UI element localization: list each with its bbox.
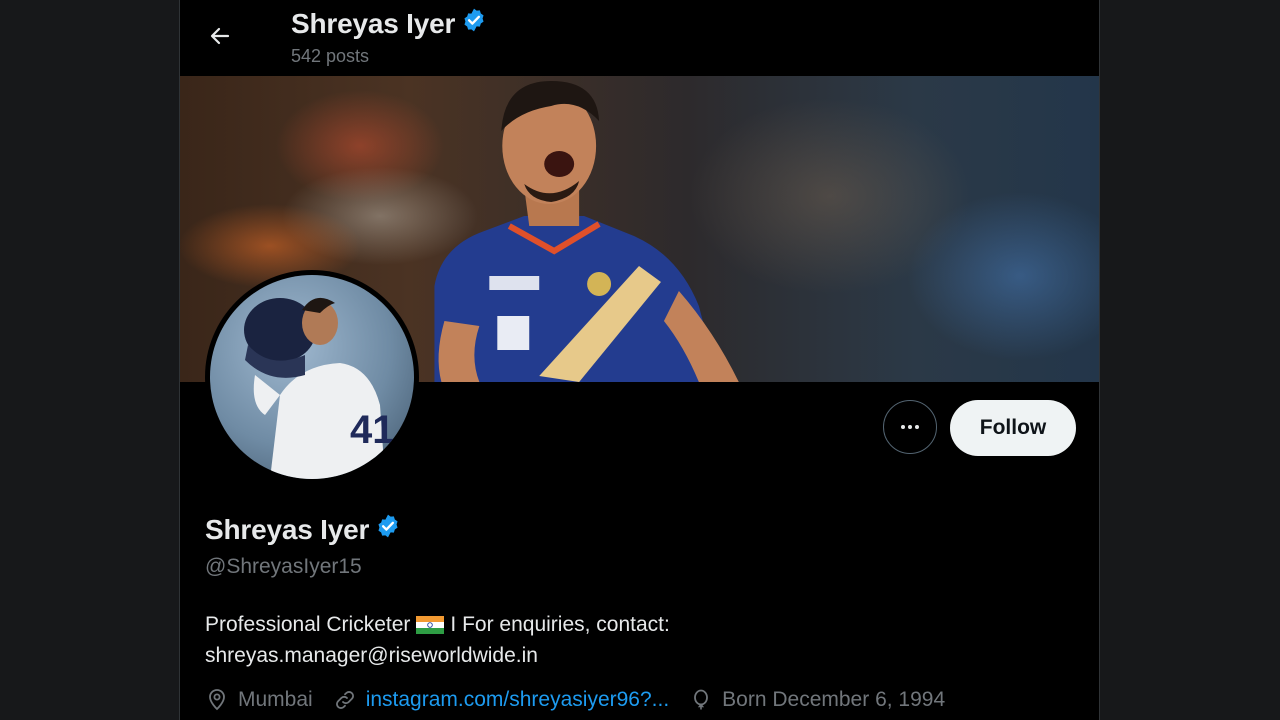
bio-email: shreyas.manager@riseworldwide.in bbox=[205, 644, 538, 667]
back-button[interactable] bbox=[204, 20, 236, 52]
post-count: 542 posts bbox=[291, 46, 370, 66]
arrow-left-icon bbox=[210, 27, 230, 45]
profile-handle: @ShreyasIyer15 bbox=[205, 555, 362, 578]
bio-text-2: I For enquiries, contact: bbox=[450, 613, 670, 636]
india-flag-emoji bbox=[416, 616, 445, 635]
verified-badge-icon bbox=[461, 7, 487, 40]
location-pin-icon bbox=[209, 689, 225, 711]
follow-button[interactable]: Follow bbox=[950, 400, 1076, 456]
location-text: Mumbai bbox=[238, 688, 313, 711]
verified-badge-icon[interactable] bbox=[375, 513, 401, 546]
profile-name-row: Shreyas Iyer bbox=[205, 513, 401, 546]
more-horizontal-icon bbox=[901, 425, 919, 429]
website-link[interactable]: instagram.com/shreyasiyer96?... bbox=[366, 688, 669, 712]
bio-text-1: Professional Cricketer bbox=[205, 613, 411, 636]
profile-meta: Mumbai instagram.com/shreyasiyer96?... B… bbox=[205, 688, 965, 712]
svg-text:41: 41 bbox=[350, 408, 395, 452]
header-name: Shreyas Iyer bbox=[291, 7, 456, 39]
link-icon bbox=[335, 691, 354, 709]
location-item: Mumbai bbox=[205, 688, 313, 712]
header-title: Shreyas Iyer bbox=[291, 7, 487, 40]
website-item: instagram.com/shreyasiyer96?... bbox=[333, 688, 669, 712]
more-options-button[interactable] bbox=[883, 400, 937, 454]
avatar-photo: 41 bbox=[210, 275, 414, 479]
birthdate-item: Born December 6, 1994 bbox=[689, 688, 945, 712]
profile-column: Shreyas Iyer 542 posts 41 Follow Shreyas… bbox=[179, 0, 1100, 720]
profile-name: Shreyas Iyer bbox=[205, 513, 370, 545]
avatar[interactable]: 41 bbox=[205, 270, 419, 484]
top-bar: Shreyas Iyer 542 posts bbox=[180, 0, 1099, 76]
profile-bio: Professional Cricketer I For enquiries, c… bbox=[205, 609, 905, 671]
birthdate-text: Born December 6, 1994 bbox=[722, 688, 946, 711]
balloon-icon bbox=[694, 689, 709, 710]
